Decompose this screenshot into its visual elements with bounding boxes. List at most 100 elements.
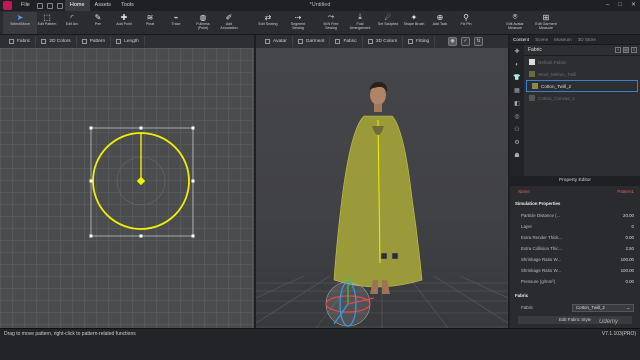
view-2d-tabbar: Fabric 2D Colors Pattern Length — [0, 35, 254, 48]
fabric-list-actions: + ▤ ⇩ — [615, 47, 640, 53]
edit-sewing-icon: ⇄ — [264, 12, 272, 22]
tab-2d-colors[interactable]: 2D Colors — [36, 36, 77, 47]
simulate-icon[interactable]: ◉ — [448, 37, 457, 46]
fabric-object-icon[interactable]: ▦ — [510, 84, 524, 97]
fabric-select[interactable]: Cotton_Twill_2 ⌄ — [572, 304, 634, 312]
prop-row: Pressure (g/mm²) 0.00 — [510, 277, 640, 287]
garment-object-icon[interactable]: 👕 — [510, 71, 524, 84]
pattern-center-handle[interactable] — [136, 176, 146, 186]
menu-home[interactable]: Home — [64, 0, 90, 11]
tab-content[interactable]: Content — [510, 37, 532, 42]
fabric-item[interactable]: Default Fabric — [524, 56, 640, 68]
prop-value[interactable]: 0.00 — [625, 233, 634, 243]
prop-value[interactable]: 100.00 — [621, 255, 634, 265]
prop-row-name: Name Pattern1 — [510, 187, 640, 197]
gizmo-rotate-handle[interactable] — [391, 252, 399, 260]
tool-edit-avatar-measure[interactable]: ⍟ Edit Avatar Measure — [498, 12, 532, 30]
add-fabric-icon[interactable]: + — [615, 47, 621, 53]
trace-icon: ⌁ — [173, 12, 179, 22]
property-editor-title: Property Editor — [510, 176, 640, 186]
tool-edit-garment-measure[interactable]: ⊞ Edit Garment Measure — [529, 12, 563, 31]
garment-3d-window: Avatar Garment Fabric 3D Colors Fitting … — [256, 35, 508, 328]
pen-icon: ✎ — [94, 12, 102, 22]
fabric-item[interactable]: Cotton_Canvas_1 — [524, 92, 640, 104]
tab-label: Avatar — [273, 39, 287, 44]
tool-label: Trace — [171, 22, 181, 26]
tool-label: Pen — [94, 22, 102, 26]
pattern-object-icon[interactable]: ◧ — [510, 97, 524, 110]
menu-bar: File Home Assets Tools — [0, 0, 640, 11]
cursor-icon: ➤ — [16, 12, 24, 22]
close-button[interactable]: ✕ — [631, 0, 636, 11]
prop-value-name[interactable]: Pattern1 — [617, 187, 634, 197]
viewport-3d[interactable] — [256, 48, 508, 328]
redo-icon[interactable] — [46, 2, 53, 9]
list-view-icon[interactable]: ▤ — [623, 47, 629, 53]
tab-3d-store[interactable]: 3D Store — [575, 37, 599, 42]
fabric-item-name: Default Fabric — [538, 59, 567, 65]
maximize-button[interactable]: □ — [618, 0, 622, 11]
pattern-icon — [81, 39, 87, 44]
pin-icon: ⚲ — [463, 12, 469, 22]
import-fabric-icon[interactable]: ⇩ — [631, 47, 637, 53]
expand-icon[interactable]: ⇅ — [474, 37, 483, 46]
watermark-udemy: Udemy — [598, 319, 618, 325]
prop-row-fabric: Fabric Cotton_Twill_2 ⌄ — [510, 303, 640, 313]
check-icon[interactable]: ✓ — [461, 37, 470, 46]
tab-2d-length[interactable]: Length — [111, 36, 145, 47]
fabric-item-selected[interactable]: Cotton_Twill_2 — [526, 80, 638, 92]
prop-label: Particle Distance (... — [521, 213, 561, 218]
prop-value[interactable]: 2.50 — [625, 244, 634, 254]
tab-3d-avatar[interactable]: Avatar — [260, 36, 293, 47]
menu-assets[interactable]: Assets — [90, 0, 117, 11]
fabric-select-value: Cotton_Twill_2 — [576, 305, 605, 310]
fabric-icon — [335, 39, 341, 44]
prop-row: Shrinkage Ratio W... 100.00 — [510, 266, 640, 276]
pattern-canvas[interactable] — [0, 48, 254, 328]
menu-file[interactable]: File — [16, 0, 35, 11]
undo-icon[interactable] — [36, 2, 43, 9]
tab-3d-colors[interactable]: 3D Colors — [363, 36, 404, 47]
pattern-2d-window: Fabric 2D Colors Pattern Length — [0, 35, 254, 328]
tool-label: Shape Brush — [403, 22, 425, 26]
save-icon[interactable] — [56, 2, 63, 9]
tab-label: Fabric — [17, 39, 31, 44]
tack-icon: ⊕ — [436, 12, 444, 22]
tool-label: Edit Garment Measure — [535, 22, 557, 30]
gizmo-move-handle[interactable] — [380, 252, 388, 260]
section-fabric[interactable]: Fabric — [510, 291, 640, 301]
button-object-icon[interactable]: ◎ — [510, 110, 524, 123]
prop-value[interactable]: 0 — [632, 222, 634, 232]
free-sewing-icon: ⤳ — [327, 12, 335, 21]
fabric-item[interactable]: Wool_Melton_Twill — [524, 68, 640, 80]
prop-value[interactable]: 0.00 — [625, 277, 634, 287]
settings-object-icon[interactable]: ⚙ — [510, 136, 524, 149]
section-simulation[interactable]: Simulation Properties — [510, 199, 640, 209]
avatar-object-icon[interactable]: ◐ — [510, 58, 524, 71]
fold-icon: ⤓ — [358, 12, 362, 21]
prop-value[interactable]: 20.00 — [623, 211, 634, 221]
tab-3d-fabric[interactable]: Fabric — [330, 36, 363, 47]
tab-2d-fabric[interactable]: Fabric — [4, 36, 37, 47]
minimize-button[interactable]: – — [606, 0, 609, 11]
prop-row: Shrinkage Ratio W... 100.00 — [510, 255, 640, 265]
window-controls: – □ ✕ — [606, 0, 636, 11]
fabric-list-header: Fabric + ▤ ⇩ — [524, 45, 640, 56]
tool-fix-pin[interactable]: ⚲ Fix Pin — [449, 12, 483, 27]
tab-scene[interactable]: Scene — [532, 37, 551, 42]
menu-tools[interactable]: Tools — [116, 0, 139, 11]
view-3d-tabbar: Avatar Garment Fabric 3D Colors Fitting … — [256, 35, 508, 48]
edit-pattern-icon: ⬚ — [43, 12, 51, 22]
tool-add-annotation[interactable]: ✐ Add Annotation — [212, 12, 246, 31]
tab-3d-fitting[interactable]: Fitting — [403, 36, 436, 47]
measure-object-icon[interactable]: ☗ — [510, 149, 524, 162]
tool-edit-sewing[interactable]: ⇄ Edit Sewing — [251, 12, 285, 27]
tool-segment-sewing[interactable]: ⇢ Segment Sewing — [281, 12, 315, 31]
tab-2d-pattern[interactable]: Pattern — [77, 36, 112, 47]
prop-row: Extra Collision Thic... 2.50 — [510, 244, 640, 254]
tab-museum[interactable]: Museum — [551, 37, 575, 42]
prop-value[interactable]: 100.00 — [621, 266, 634, 276]
topstitch-object-icon[interactable]: ⚇ — [510, 123, 524, 136]
tab-3d-garment[interactable]: Garment — [293, 36, 331, 47]
add-object-icon[interactable]: ✚ — [510, 45, 524, 58]
